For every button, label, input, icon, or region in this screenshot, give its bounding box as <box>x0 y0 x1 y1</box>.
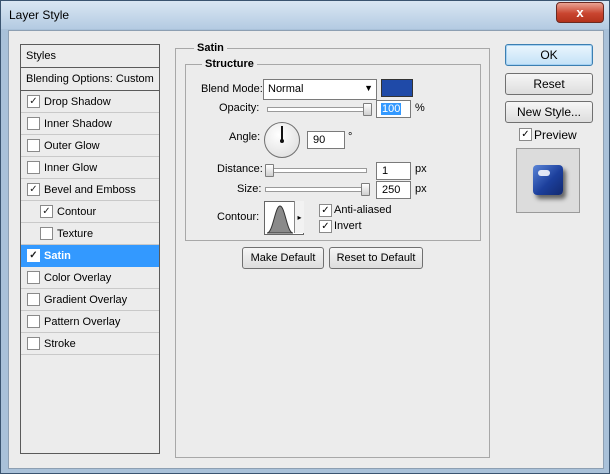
style-item-label: Outer Glow <box>44 139 100 152</box>
reset-to-default-button[interactable]: Reset to Default <box>329 247 423 269</box>
style-item-stroke[interactable]: Stroke <box>21 333 159 355</box>
window-title: Layer Style <box>9 8 70 22</box>
style-item-satin[interactable]: ✓ Satin <box>21 245 159 267</box>
title-bar: Layer Style x <box>1 1 609 29</box>
style-item-texture[interactable]: Texture <box>21 223 159 245</box>
style-item-bevel-and-emboss[interactable]: ✓ Bevel and Emboss <box>21 179 159 201</box>
style-item-label: Gradient Overlay <box>44 293 128 306</box>
preview-gloss <box>538 170 550 176</box>
distance-input[interactable]: 1 <box>376 162 411 180</box>
anti-aliased-checkbox[interactable]: ✓ <box>319 204 332 217</box>
reset-button[interactable]: Reset <box>505 73 593 95</box>
style-preview-thumbnail <box>516 148 580 213</box>
angle-value: 90 <box>313 134 326 146</box>
opacity-input[interactable]: 100 <box>376 100 411 118</box>
style-item-inner-glow[interactable]: Inner Glow <box>21 157 159 179</box>
blend-mode-value: Normal <box>268 83 304 95</box>
style-item-label: Pattern Overlay <box>44 315 121 328</box>
preview-checkbox[interactable]: ✓ <box>519 128 532 141</box>
ok-button[interactable]: OK <box>505 44 593 66</box>
opacity-unit: % <box>415 102 425 114</box>
angle-label: Angle: <box>229 131 261 143</box>
style-item-checkbox[interactable] <box>27 271 40 284</box>
size-value: 250 <box>382 184 401 196</box>
blending-options-label: Blending Options: Custom <box>26 73 154 85</box>
opacity-value: 100 <box>381 103 402 115</box>
blend-mode-select[interactable]: Normal ▼ <box>263 79 377 100</box>
style-item-label: Color Overlay <box>44 271 112 284</box>
style-item-checkbox[interactable] <box>40 227 53 240</box>
blend-mode-label: Blend Mode: <box>201 83 263 95</box>
style-item-checkbox[interactable] <box>27 117 40 130</box>
check-icon: ✓ <box>521 129 530 140</box>
styles-list: Styles Blending Options: Custom ✓ Drop Sh… <box>20 44 160 454</box>
styles-header-label: Styles <box>26 50 56 62</box>
style-item-label: Satin <box>44 249 71 262</box>
check-icon: ✓ <box>321 205 330 216</box>
style-item-checkbox[interactable] <box>27 139 40 152</box>
size-unit: px <box>415 183 427 195</box>
styles-header[interactable]: Styles <box>21 45 159 68</box>
dialog-client-area: Styles Blending Options: Custom ✓ Drop Sh… <box>8 30 604 469</box>
style-item-label: Contour <box>57 205 97 218</box>
distance-slider-track[interactable] <box>265 168 367 173</box>
opacity-slider-handle[interactable] <box>363 103 372 116</box>
new-style-button[interactable]: New Style... <box>505 101 593 123</box>
style-item-checkbox[interactable] <box>27 315 40 328</box>
check-icon: ✓ <box>321 221 330 232</box>
style-item-checkbox[interactable] <box>27 161 40 174</box>
anti-aliased-label: Anti-aliased <box>334 204 392 216</box>
style-item-label: Stroke <box>44 337 76 350</box>
make-default-button[interactable]: Make Default <box>242 247 324 269</box>
style-item-checkbox[interactable]: ✓ <box>27 95 40 108</box>
contour-dropdown-icon[interactable]: ▸ <box>294 201 304 233</box>
structure-group-title: Structure <box>202 58 257 70</box>
style-item-label: Inner Glow <box>44 161 98 174</box>
style-item-label: Drop Shadow <box>44 95 111 108</box>
size-slider-handle[interactable] <box>361 183 370 196</box>
style-item-inner-shadow[interactable]: Inner Shadow <box>21 113 159 135</box>
invert-checkbox[interactable]: ✓ <box>319 220 332 233</box>
preview-label: Preview <box>534 128 577 142</box>
angle-unit: ° <box>348 131 353 143</box>
opacity-label: Opacity: <box>219 102 260 114</box>
size-slider-track[interactable] <box>265 187 367 192</box>
angle-dial-center <box>280 139 284 143</box>
layer-style-dialog: Layer Style x Styles Blending Options: C… <box>0 0 610 474</box>
contour-curve-icon <box>266 205 294 234</box>
style-item-label: Inner Shadow <box>44 117 112 130</box>
invert-label: Invert <box>334 220 362 232</box>
angle-dial[interactable] <box>264 122 300 158</box>
size-label: Size: <box>237 183 262 195</box>
style-item-checkbox[interactable]: ✓ <box>40 205 53 218</box>
style-item-checkbox[interactable] <box>27 337 40 350</box>
style-item-checkbox[interactable]: ✓ <box>27 249 40 262</box>
style-item-outer-glow[interactable]: Outer Glow <box>21 135 159 157</box>
style-item-gradient-overlay[interactable]: Gradient Overlay <box>21 289 159 311</box>
satin-group-title: Satin <box>194 42 227 54</box>
opacity-slider-track[interactable] <box>267 107 369 112</box>
style-item-drop-shadow[interactable]: ✓ Drop Shadow <box>21 91 159 113</box>
blending-options-item[interactable]: Blending Options: Custom <box>21 68 159 91</box>
contour-label: Contour: <box>217 211 260 223</box>
chevron-down-icon: ▼ <box>364 83 373 93</box>
style-item-contour[interactable]: ✓ Contour <box>21 201 159 223</box>
style-item-pattern-overlay[interactable]: Pattern Overlay <box>21 311 159 333</box>
style-item-label: Texture <box>57 227 94 240</box>
distance-unit: px <box>415 163 427 175</box>
satin-color-swatch[interactable] <box>381 79 413 97</box>
close-button[interactable]: x <box>556 2 604 23</box>
style-item-checkbox[interactable]: ✓ <box>27 183 40 196</box>
distance-slider-handle[interactable] <box>265 164 274 177</box>
style-item-color-overlay[interactable]: Color Overlay <box>21 267 159 289</box>
distance-value: 1 <box>382 165 389 177</box>
angle-input[interactable]: 90 <box>307 131 345 149</box>
distance-label: Distance: <box>217 163 263 175</box>
size-input[interactable]: 250 <box>376 181 411 199</box>
preview-swatch-icon <box>533 165 563 195</box>
style-item-label: Bevel and Emboss <box>44 183 136 196</box>
style-item-checkbox[interactable] <box>27 293 40 306</box>
